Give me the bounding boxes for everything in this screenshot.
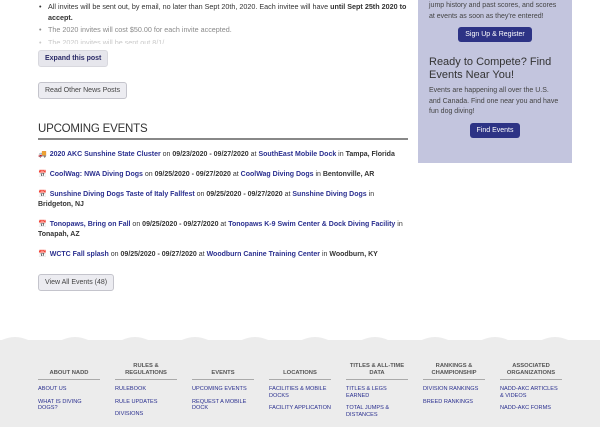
event-dates: 09/25/2020 - 09/27/2020 [206, 190, 283, 198]
announcement-item: All invites will be sent out, by email, … [38, 2, 408, 23]
signup-register-button[interactable]: Sign Up & Register [458, 27, 532, 42]
event-venue-link[interactable]: CoolWag Diving Dogs [241, 171, 314, 178]
announcement-list: All invites will be sent out, by email, … [38, 2, 408, 44]
footer-link[interactable]: ABOUT US [38, 386, 100, 393]
footer-column-heading: RANKINGS & CHAMPIONSHIP [423, 363, 485, 380]
footer-column: LOCATIONS FACILITIES & MOBILE DOCKS FACILI… [269, 366, 331, 412]
calendar-icon: 📅 [38, 190, 47, 198]
footer-column-heading: RULES & REGULATIONS [115, 363, 177, 380]
footer-column-heading: TITLES & ALL-TIME DATA [346, 363, 408, 380]
expand-post-button[interactable]: Expand this post [38, 49, 109, 67]
find-events-button[interactable]: Find Events [469, 122, 521, 138]
event-item: 📅 CoolWag: NWA Diving Dogs on 09/25/2020 … [38, 170, 375, 178]
footer-link[interactable]: FACILITY APPLICATION [269, 405, 331, 412]
event-name-link[interactable]: CoolWag: NWA Diving Dogs [50, 171, 143, 178]
events-list: 🚚 2020 AKC Sunshine State Cluster on 09/2… [38, 150, 408, 260]
footer-column: ASSOCIATED ORGANIZATIONS NADD-AKC ARTICLE… [500, 363, 562, 412]
footer-link[interactable]: DIVISION RANKINGS [423, 386, 485, 393]
footer-link[interactable]: RULEBOOK [115, 386, 177, 393]
footer-column: RULES & REGULATIONS RULEBOOK RULE UPDATES D… [115, 363, 177, 418]
read-other-news-button[interactable]: Read Other News Posts [38, 81, 128, 99]
event-name-link[interactable]: WCTC Fall splash [50, 251, 109, 258]
event-item: 📅 Sunshine Diving Dogs Taste of Italy Fal… [38, 190, 375, 208]
footer-link[interactable]: TOTAL JUMPS & DISTANCES [346, 405, 408, 418]
event-venue-link[interactable]: SouthEast Mobile Dock [258, 151, 336, 158]
compete-heading: Ready to Compete? Find Events Near You! [429, 56, 552, 81]
footer-column: RANKINGS & CHAMPIONSHIP DIVISION RANKINGS… [423, 363, 485, 406]
event-item: 📅 WCTC Fall splash on 09/25/2020 - 09/27/… [38, 250, 378, 258]
event-location: Tonapah, AZ [38, 230, 80, 238]
event-location: Tampa, Florida [345, 150, 395, 158]
truck-icon: 🚚 [38, 150, 47, 158]
footer-link[interactable]: TITLES & LEGS EARNED [346, 386, 408, 399]
event-venue-link[interactable]: Sunshine Diving Dogs [292, 191, 366, 198]
footer-column: ABOUT NADD ABOUT US WHAT IS DIVING DOGS? [38, 366, 100, 412]
view-all-events-button[interactable]: View All Events (48) [38, 273, 115, 291]
footer-link[interactable]: NADD-AKC FORMS [500, 405, 562, 412]
event-dates: 09/25/2020 - 09/27/2020 [154, 170, 231, 178]
sidebar-panel: jump history and past scores, and scores… [418, 0, 572, 163]
footer-link[interactable]: NADD-AKC ARTICLES & VIDEOS [500, 386, 562, 399]
event-location: Bentonville, AR [322, 170, 375, 178]
event-name-link[interactable]: Tonopaws, Bring on Fall [50, 221, 131, 228]
event-location: Bridgeton, NJ [38, 200, 84, 208]
footer-link[interactable]: BREED RANKINGS [423, 399, 485, 406]
footer-link[interactable]: WHAT IS DIVING DOGS? [38, 399, 100, 412]
main-content: All invites will be sent out, by email, … [38, 0, 408, 291]
event-venue-link[interactable]: Woodburn Canine Training Center [207, 251, 320, 258]
event-location: Woodburn, KY [329, 250, 378, 258]
footer-link[interactable]: RULE UPDATES [115, 399, 177, 406]
event-dates: 09/23/2020 - 09/27/2020 [172, 150, 249, 158]
footer-column-heading: ASSOCIATED ORGANIZATIONS [500, 363, 562, 380]
event-dates: 09/25/2020 - 09/27/2020 [142, 220, 219, 228]
footer-column-heading: EVENTS [192, 366, 254, 380]
upcoming-events-heading: UPCOMING EVENTS [38, 123, 408, 140]
announcement-item: The 2020 invites will cost $50.00 for ea… [38, 25, 408, 36]
footer-column: TITLES & ALL-TIME DATA TITLES & LEGS EARN… [346, 363, 408, 418]
event-item: 🚚 2020 AKC Sunshine State Cluster on 09/2… [38, 150, 395, 158]
event-item: 📅 Tonopaws, Bring on Fall on 09/25/2020 -… [38, 220, 403, 238]
calendar-icon: 📅 [38, 170, 47, 178]
footer-column-heading: LOCATIONS [269, 366, 331, 380]
event-name-link[interactable]: 2020 AKC Sunshine State Cluster [50, 151, 161, 158]
event-dates: 09/25/2020 - 09/27/2020 [120, 250, 197, 258]
event-name-link[interactable]: Sunshine Diving Dogs Taste of Italy Fall… [50, 191, 195, 198]
event-venue-link[interactable]: Tonopaws K-9 Swim Center & Dock Diving F… [228, 221, 395, 228]
footer-link[interactable]: FACILITIES & MOBILE DOCKS [269, 386, 331, 399]
announcement-item: The 2020 invites will be sent out 8/1/..… [38, 38, 408, 44]
calendar-icon: 📅 [38, 250, 47, 258]
footer-column-heading: ABOUT NADD [38, 366, 100, 380]
footer-link[interactable]: DIVISIONS [115, 411, 177, 418]
sidebar-intro-text: jump history and past scores, and scores… [429, 2, 557, 20]
footer-column: EVENTS UPCOMING EVENTS REQUEST A MOBILE DO… [192, 366, 254, 412]
footer-link[interactable]: UPCOMING EVENTS [192, 386, 254, 393]
footer-link[interactable]: REQUEST A MOBILE DOCK [192, 399, 254, 412]
compete-text: Events are happening all over the U.S. a… [429, 87, 559, 115]
calendar-icon: 📅 [38, 220, 47, 228]
